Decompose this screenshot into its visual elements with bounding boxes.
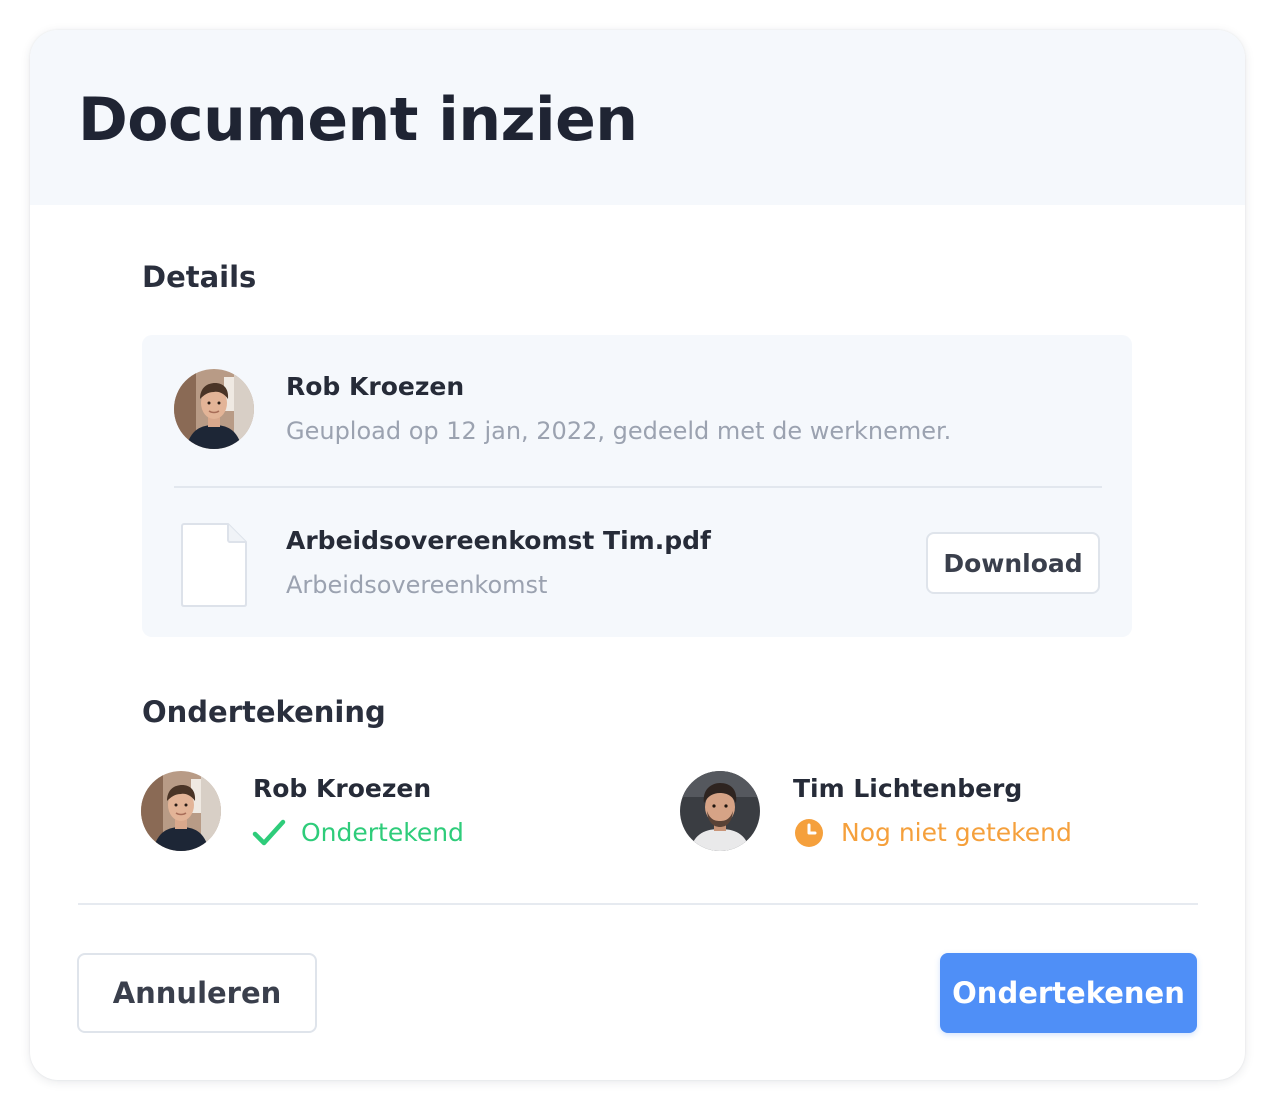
card-divider [174,486,1102,488]
uploader-avatar [174,369,254,449]
file-type: Arbeidsovereenkomst [286,571,548,599]
signer-name: Rob Kroezen [253,774,432,803]
download-button[interactable]: Download [926,532,1100,594]
dialog-header: Document inzien [30,30,1245,205]
upload-meta: Geupload op 12 jan, 2022, gedeeld met de… [286,417,952,445]
check-icon [252,818,286,852]
signer-name: Tim Lichtenberg [793,774,1023,803]
dialog-title: Document inzien [78,85,638,155]
person-avatar-icon [141,771,221,851]
signer-avatar [680,771,760,851]
document-view-dialog: Document inzien Details Rob Kroezen Geup… [30,30,1245,1080]
signer-status: Nog niet getekend [841,818,1072,847]
file-icon [180,522,248,608]
clock-icon [794,818,824,852]
file-name[interactable]: Arbeidsovereenkomst Tim.pdf [286,524,711,558]
details-section-title: Details [142,260,257,294]
footer-divider [78,903,1198,905]
details-card: Rob Kroezen Geupload op 12 jan, 2022, ge… [142,335,1132,637]
cancel-button[interactable]: Annuleren [77,953,317,1033]
person-avatar-icon [174,369,254,449]
signer-avatar [141,771,221,851]
signing-section-title: Ondertekening [142,695,386,729]
signer-status: Ondertekend [301,818,464,847]
person-avatar-icon [680,771,760,851]
uploader-name: Rob Kroezen [286,372,465,401]
sign-button[interactable]: Ondertekenen [940,953,1197,1033]
